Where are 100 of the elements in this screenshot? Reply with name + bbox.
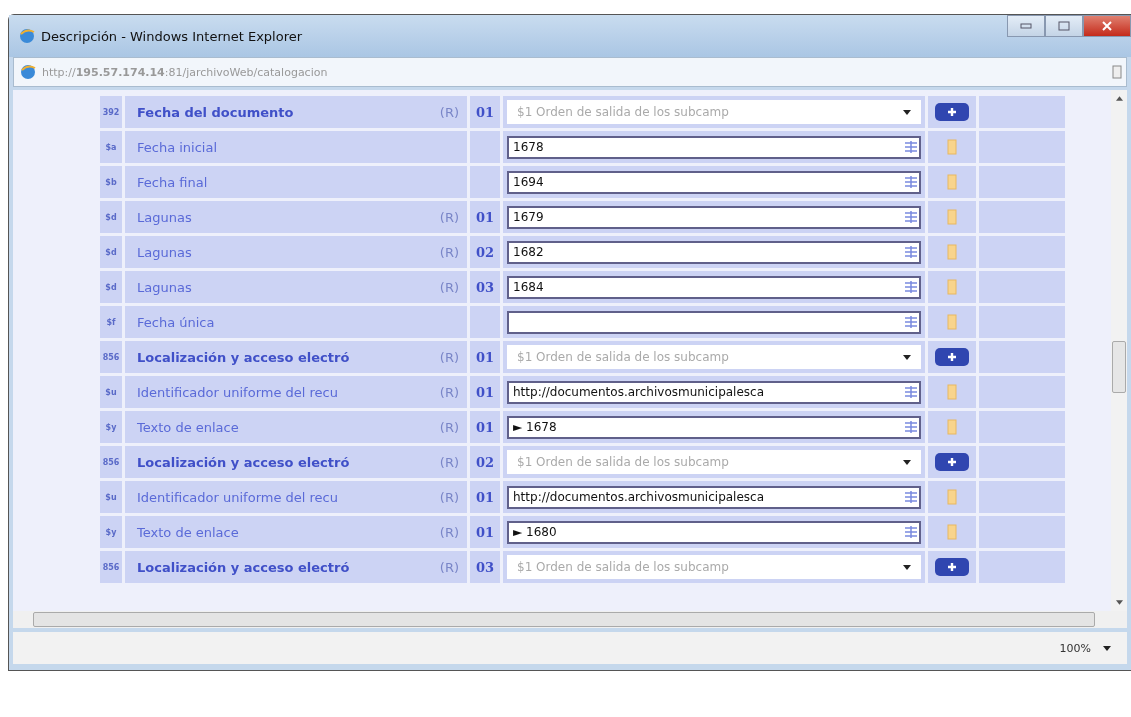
tag-code: $d [100, 236, 122, 268]
field-label: Texto de enlace [137, 524, 239, 540]
field-label: Localización y acceso electró [137, 559, 350, 575]
close-icon [1102, 21, 1112, 31]
close-button[interactable] [1083, 15, 1131, 37]
input-field[interactable]: 1682 [507, 240, 921, 264]
repeat-marker: (R) [439, 209, 459, 225]
occurrence-number: 03 [470, 271, 500, 303]
repeat-marker: (R) [439, 419, 459, 435]
add-button[interactable] [935, 348, 969, 366]
occurrence-number: 01 [470, 481, 500, 513]
scrollbar-thumb[interactable] [33, 612, 1095, 627]
horizontal-scrollbar[interactable] [13, 611, 1127, 628]
vertical-scrollbar[interactable] [1111, 90, 1127, 611]
down-arrow-icon[interactable] [1115, 600, 1123, 605]
repeat-marker: (R) [439, 559, 459, 575]
add-button[interactable] [935, 103, 969, 121]
list-icon[interactable] [903, 524, 919, 540]
caret-icon[interactable] [1103, 645, 1111, 651]
tag-code: $f [100, 306, 122, 338]
tag-code: $y [100, 516, 122, 548]
maximize-button[interactable] [1045, 15, 1083, 37]
occurrence-number [470, 131, 500, 163]
input-field[interactable]: http://documentos.archivosmunicipalesca [507, 485, 921, 509]
zoom-level[interactable]: 100% [1059, 641, 1091, 655]
repeat-marker: (R) [439, 489, 459, 505]
field-label: Lagunas [137, 209, 192, 225]
list-icon[interactable] [903, 384, 919, 400]
list-icon[interactable] [903, 244, 919, 260]
plus-icon [947, 107, 957, 117]
plus-icon [947, 457, 957, 467]
field-label: Localización y acceso electró [137, 349, 350, 365]
tag-code: 392 [100, 96, 122, 128]
occurrence-number: 01 [470, 96, 500, 128]
input-field[interactable]: ► 1678 [507, 415, 921, 439]
caret-icon [903, 564, 911, 570]
input-field[interactable]: http://documentos.archivosmunicipalesca [507, 380, 921, 404]
field-label: Fecha del documento [137, 104, 294, 120]
occurrence-number: 02 [470, 236, 500, 268]
minimize-icon [1019, 22, 1033, 30]
field-label: Identificador uniforme del recu [137, 384, 338, 400]
list-icon[interactable] [903, 489, 919, 505]
repeat-marker: (R) [439, 279, 459, 295]
occurrence-number: 02 [470, 446, 500, 478]
caret-icon [903, 109, 911, 115]
occurrence-number: 01 [470, 201, 500, 233]
tag-code: $b [100, 166, 122, 198]
field-label: Texto de enlace [137, 419, 239, 435]
browser-icon [19, 28, 35, 44]
tag-code: $a [100, 131, 122, 163]
caret-icon [903, 459, 911, 465]
occurrence-number: 01 [470, 516, 500, 548]
tag-code: $d [100, 271, 122, 303]
scrollbar-thumb[interactable] [1112, 341, 1126, 393]
list-icon[interactable] [903, 314, 919, 330]
occurrence-number: 01 [470, 341, 500, 373]
list-icon[interactable] [903, 419, 919, 435]
list-icon[interactable] [903, 209, 919, 225]
input-field[interactable]: 1679 [507, 205, 921, 229]
caret-icon [903, 354, 911, 360]
maximize-icon [1058, 21, 1070, 31]
repeat-marker: (R) [439, 244, 459, 260]
tag-code: $y [100, 411, 122, 443]
input-field[interactable]: ► 1680 [507, 520, 921, 544]
repeat-marker: (R) [439, 384, 459, 400]
minimize-button[interactable] [1007, 15, 1045, 37]
up-arrow-icon[interactable] [1115, 96, 1123, 101]
input-field[interactable]: 1684 [507, 275, 921, 299]
occurrence-number: 03 [470, 551, 500, 583]
plus-icon [947, 562, 957, 572]
page-icon[interactable] [1112, 65, 1122, 79]
add-button[interactable] [935, 453, 969, 471]
plus-icon [947, 352, 957, 362]
field-label: Fecha única [137, 314, 215, 330]
field-label: Lagunas [137, 244, 192, 260]
tag-code: $d [100, 201, 122, 233]
repeat-marker: (R) [439, 104, 459, 120]
input-field[interactable]: 1694 [507, 170, 921, 194]
repeat-marker: (R) [439, 524, 459, 540]
list-icon[interactable] [903, 174, 919, 190]
tag-code: 856 [100, 341, 122, 373]
tag-code: 856 [100, 446, 122, 478]
add-button[interactable] [935, 558, 969, 576]
field-label: Lagunas [137, 279, 192, 295]
occurrence-number: 01 [470, 376, 500, 408]
field-label: Fecha inicial [137, 139, 218, 155]
occurrence-number [470, 166, 500, 198]
list-icon[interactable] [903, 139, 919, 155]
field-label: Fecha final [137, 174, 208, 190]
list-icon[interactable] [903, 279, 919, 295]
occurrence-number [470, 306, 500, 338]
window-title: Descripción - Windows Internet Explorer [41, 28, 303, 44]
field-label: Localización y acceso electró [137, 454, 350, 470]
field-label: Identificador uniforme del recu [137, 489, 338, 505]
tag-code: $u [100, 376, 122, 408]
browser-icon [20, 64, 36, 80]
input-field[interactable]: 1678 [507, 135, 921, 159]
occurrence-number: 01 [470, 411, 500, 443]
tag-code: $u [100, 481, 122, 513]
repeat-marker: (R) [439, 349, 459, 365]
